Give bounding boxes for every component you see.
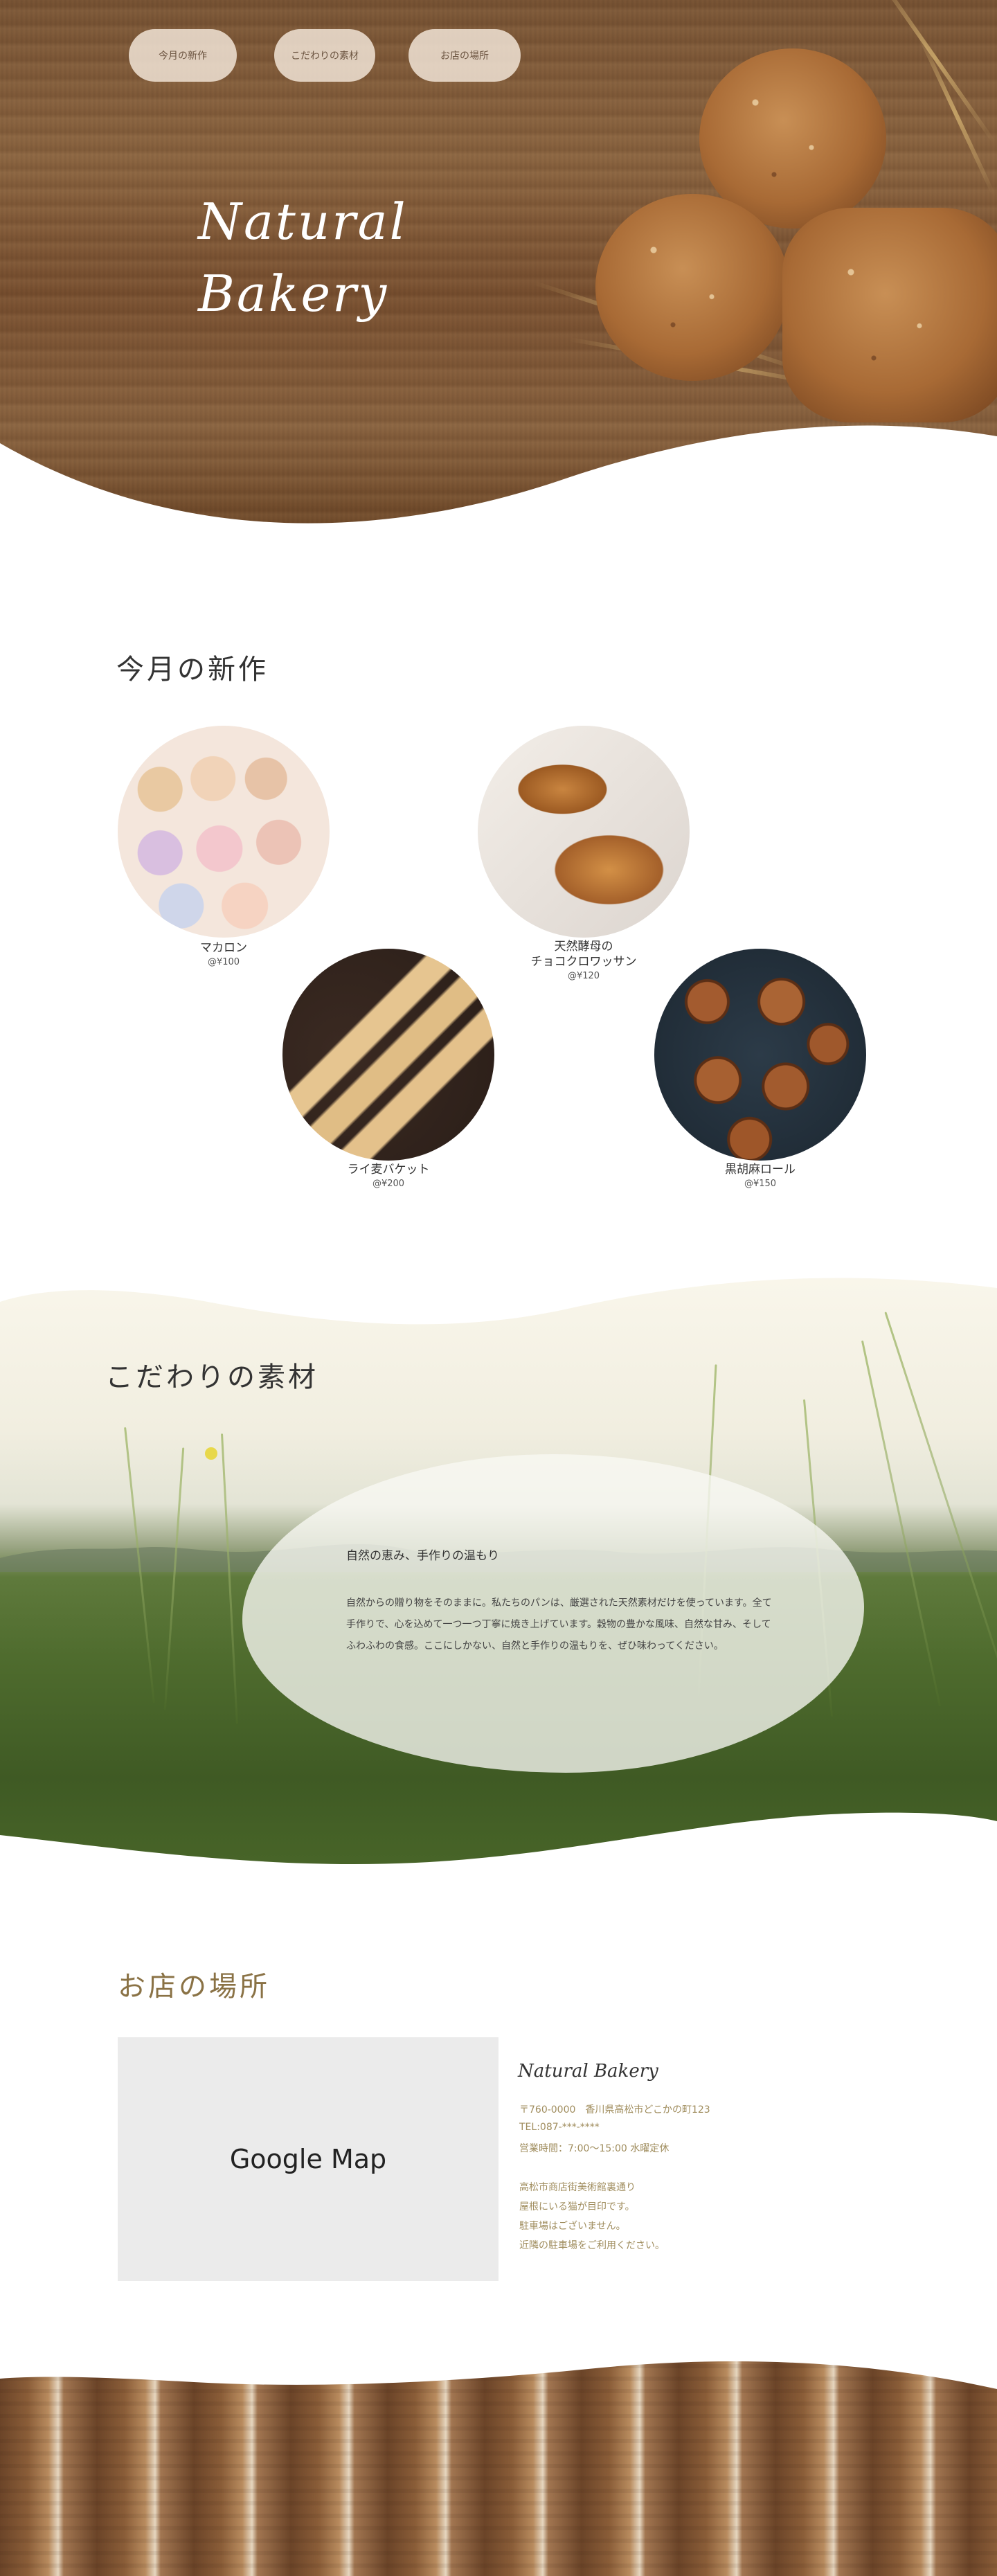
- bread-image: [595, 194, 789, 381]
- shop-note: 屋根にいる猫が目印です。: [519, 2201, 635, 2212]
- grass-decoration: [221, 1433, 238, 1724]
- shop-note: 近隣の駐車場をご利用ください。: [519, 2240, 665, 2251]
- wave-divider: [0, 425, 997, 533]
- croissant-image: [478, 726, 690, 938]
- item-name: 天然酵母の チョコクロワッサン: [530, 940, 637, 969]
- shop-address: 〒760-0000 香川県高松市どこかの町123: [519, 2104, 710, 2116]
- macaron-image: [118, 726, 330, 938]
- nav-item-location[interactable]: お店の場所: [408, 29, 521, 82]
- item-price: @¥150: [744, 1179, 777, 1189]
- section-title-new: 今月の新作: [116, 654, 269, 686]
- google-map-placeholder[interactable]: Google Map: [118, 2037, 498, 2281]
- wave-divider: [0, 1260, 997, 1325]
- item-price: @¥120: [567, 971, 600, 981]
- grass-decoration: [884, 1312, 997, 1708]
- item-price: @¥200: [372, 1179, 405, 1189]
- shop-name: Natural Bakery: [518, 2061, 658, 2082]
- wave-divider: [0, 1812, 997, 1877]
- concept-body-text: 自然からの贈り物をそのままに。私たちのパンは、厳選された天然素材だけを使っていま…: [346, 1598, 772, 1652]
- bread-image: [782, 208, 997, 422]
- item-name: 黒胡麻ロール: [725, 1163, 796, 1177]
- shop-hours: 営業時間：7:00〜15:00 水曜定休: [519, 2143, 670, 2154]
- item-name: マカロン: [200, 941, 247, 955]
- hero-title: Natural Bakery: [198, 193, 408, 323]
- baguette-image: [282, 949, 494, 1161]
- grass-decoration: [163, 1447, 185, 1710]
- shop-note: 駐車場はございません。: [519, 2221, 626, 2232]
- item-name: ライ麦バケット: [347, 1163, 430, 1177]
- cinnamon-roll-image: [654, 949, 866, 1161]
- shop-note: 高松市商店街美術館裏通り: [519, 2182, 636, 2193]
- flower-decoration: [205, 1447, 217, 1460]
- nav-item-new[interactable]: 今月の新作: [129, 29, 237, 82]
- section-title-location: お店の場所: [118, 1971, 270, 2003]
- wheat-decoration: [915, 30, 996, 196]
- shop-tel: TEL:087-***-****: [519, 2122, 600, 2133]
- wave-divider: [0, 2341, 997, 2389]
- nav-item-materials[interactable]: こだわりの素材: [274, 29, 375, 82]
- section-title-materials: こだわりの素材: [105, 1361, 318, 1393]
- hero-section: 今月の新作 こだわりの素材 お店の場所 Natural Bakery: [0, 0, 997, 533]
- item-price: @¥100: [207, 957, 240, 967]
- concept-heading: 自然の恵み、手作りの温もり: [346, 1549, 499, 1563]
